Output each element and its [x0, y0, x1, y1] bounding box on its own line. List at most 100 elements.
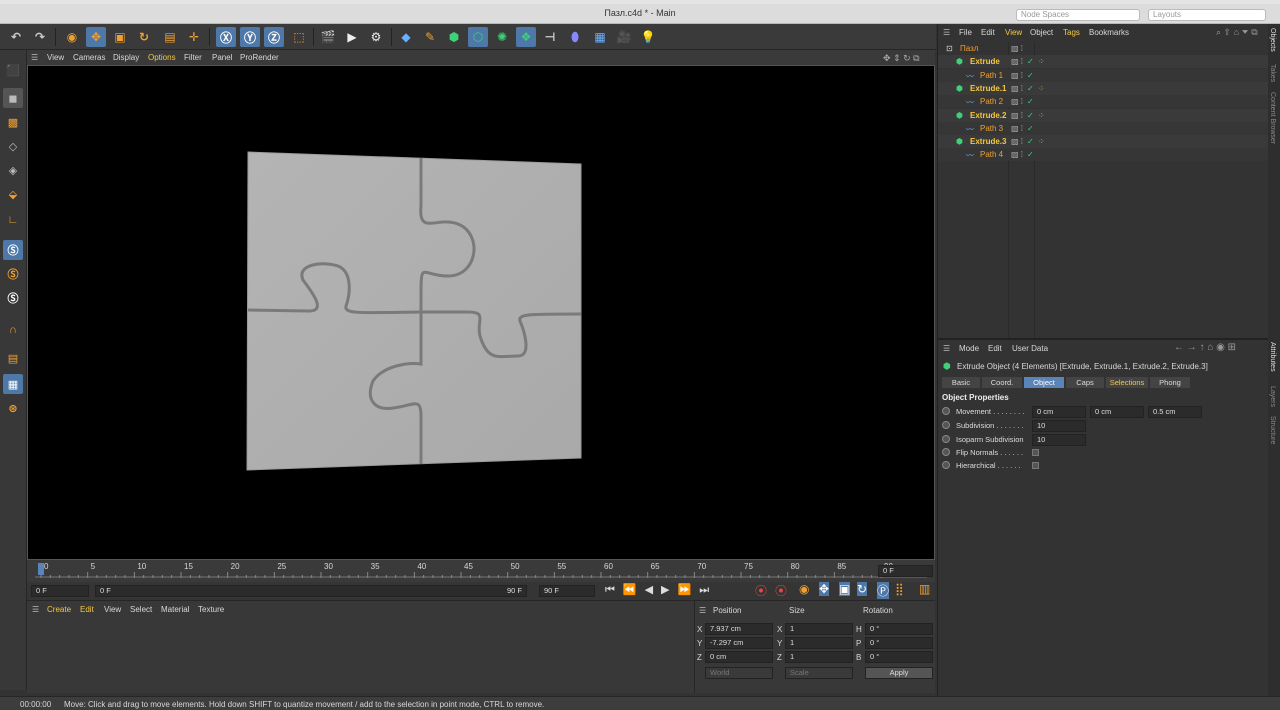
enabled-check-icon[interactable]: ✓ [1027, 111, 1034, 120]
viewport-menu-cameras[interactable]: Cameras [73, 53, 105, 62]
visibility-toggle-icon[interactable]: ▨ ⁞ [1011, 71, 1023, 80]
pos-y-field[interactable]: -7.297 cm [705, 637, 773, 649]
snap-icon[interactable]: Ⓢ [3, 240, 23, 260]
object-row[interactable]: ⬢ Extrude.1 ▨ ⁞ ✓ ⁘ [938, 81, 1268, 95]
material-menu-edit[interactable]: Edit [80, 605, 94, 614]
hierarchical-anim-icon[interactable] [942, 461, 950, 469]
world-dropdown[interactable]: World [705, 667, 773, 679]
tab-caps[interactable]: Caps [1066, 377, 1104, 388]
key-scale-icon[interactable]: ▣ [839, 582, 851, 596]
enabled-check-icon[interactable]: ✓ [1027, 137, 1034, 146]
side-tab-layers[interactable]: Layers [1269, 386, 1276, 407]
texture-mode-icon[interactable]: ▩ [3, 112, 23, 132]
timeline-window-icon[interactable]: ▥ [919, 582, 930, 596]
autokey-icon[interactable]: ⦿ [775, 582, 787, 599]
playhead[interactable] [38, 563, 44, 575]
side-tab-attributes[interactable]: Attributes [1269, 342, 1276, 372]
undo-icon[interactable]: ↶ [6, 27, 26, 47]
side-tab-structure[interactable]: Structure [1269, 416, 1276, 444]
subdivision-anim-icon[interactable] [942, 421, 950, 429]
viewport-nav-icons[interactable]: ✥ ⇕ ↻ ⧉ [883, 53, 920, 64]
start-frame-field[interactable]: 0 F [31, 585, 89, 597]
redo-icon[interactable]: ↷ [30, 27, 50, 47]
attributes-hamburger-icon[interactable]: ☰ [943, 344, 950, 353]
object-row[interactable]: ⬢ Extrude.3 ▨ ⁞ ✓ ⁘ [938, 135, 1268, 149]
rotate-tool-icon[interactable]: ↻ [134, 27, 154, 47]
object-row[interactable]: 〰 Path 3 ▨ ⁞ ✓ [938, 121, 1268, 135]
enabled-check-icon[interactable]: ✓ [1027, 71, 1034, 80]
rot-h-field[interactable]: 0 ° [865, 623, 933, 635]
render-view-icon[interactable]: 🎬 [318, 27, 338, 47]
movement-z-field[interactable]: 0.5 cm [1148, 406, 1202, 418]
recent-tools-icon[interactable]: ▤ [160, 27, 180, 47]
floor-icon[interactable]: ▦ [590, 27, 610, 47]
objects-menu-file[interactable]: File [959, 28, 972, 37]
phong-tag-icon[interactable]: ⁘ [1038, 137, 1045, 146]
enabled-check-icon[interactable]: ✓ [1027, 57, 1034, 66]
material-menu-select[interactable]: Select [130, 605, 152, 614]
visibility-toggle-icon[interactable]: ▨ ⁞ [1011, 150, 1023, 159]
subdivision-field[interactable]: 10 [1032, 420, 1086, 432]
pos-x-field[interactable]: 7.937 cm [705, 623, 773, 635]
range-slider[interactable]: 0 F 90 F [95, 585, 527, 597]
workplane-icon[interactable]: ▤ [3, 348, 23, 368]
viewport-hamburger-icon[interactable]: ☰ [31, 53, 38, 62]
mograph-icon[interactable]: ❖ [516, 27, 536, 47]
object-row[interactable]: ⊡ Пазл ▨ ⁞ [938, 42, 1268, 55]
z-axis-icon[interactable]: Ⓩ [264, 27, 284, 47]
make-editable-icon[interactable]: ⬛ [3, 60, 23, 80]
select-tool-icon[interactable]: ◉ [62, 27, 82, 47]
visibility-toggle-icon[interactable]: ▨ ⁞ [1011, 111, 1023, 120]
snap-settings-icon[interactable]: Ⓢ [3, 264, 23, 284]
tab-selections[interactable]: Selections [1106, 377, 1148, 388]
flip-normals-anim-icon[interactable] [942, 448, 950, 456]
attributes-menu-user-data[interactable]: User Data [1012, 344, 1048, 353]
viewport-menu-view[interactable]: View [47, 53, 64, 62]
field-icon[interactable]: ⬮ [565, 27, 585, 47]
rot-p-field[interactable]: 0 ° [865, 637, 933, 649]
visibility-toggle-icon[interactable]: ▨ ⁞ [1011, 137, 1023, 146]
side-tab-content-browser[interactable]: Content Browser [1269, 92, 1276, 144]
x-axis-icon[interactable]: Ⓧ [216, 27, 236, 47]
create-tool-icon[interactable]: ✛ [184, 27, 204, 47]
coordinate-system-icon[interactable]: ⬚ [289, 27, 309, 47]
tab-phong[interactable]: Phong [1150, 377, 1190, 388]
objects-menu-tags[interactable]: Tags [1063, 28, 1080, 37]
material-menu-texture[interactable]: Texture [198, 605, 224, 614]
objects-menu-bookmarks[interactable]: Bookmarks [1089, 28, 1129, 37]
end-frame-field[interactable]: 90 F [539, 585, 595, 597]
isoparm-field[interactable]: 10 [1032, 434, 1086, 446]
cube-icon[interactable]: ◆ [396, 27, 416, 47]
locked-workplane-icon[interactable]: ▦ [3, 374, 23, 394]
material-menu-view[interactable]: View [104, 605, 121, 614]
object-row[interactable]: 〰 Path 4 ▨ ⁞ ✓ [938, 148, 1268, 162]
attributes-menu-mode[interactable]: Mode [959, 344, 979, 353]
viewport-menu-panel[interactable]: Panel [212, 53, 232, 62]
rot-b-field[interactable]: 0 ° [865, 651, 933, 663]
subdivision-icon[interactable]: ⬢ [444, 27, 464, 47]
isoparm-anim-icon[interactable] [942, 435, 950, 443]
visibility-toggle-icon[interactable]: ▨ ⁞ [1011, 124, 1023, 133]
planar-workplane-icon[interactable]: ⊛ [3, 398, 23, 418]
visibility-toggle-icon[interactable]: ▨ ⁞ [1011, 57, 1023, 66]
objects-menu-view[interactable]: View [1005, 28, 1022, 37]
render-picture-viewer-icon[interactable]: ▶ [342, 27, 362, 47]
model-mode-icon[interactable]: ◼ [3, 88, 23, 108]
scale-tool-icon[interactable]: ▣ [110, 27, 130, 47]
attributes-nav-icons[interactable]: ← → ↑ ⌂ ◉ ⊞ [1174, 342, 1236, 353]
array-icon[interactable]: ✺ [492, 27, 512, 47]
material-menu-create[interactable]: Create [47, 605, 71, 614]
phong-tag-icon[interactable]: ⁘ [1038, 111, 1045, 120]
objects-toolbar-icons[interactable]: ⌕ ⇧ ⌂ ⏷ ⧉ [1216, 27, 1258, 38]
viewport-menu-display[interactable]: Display [113, 53, 139, 62]
visibility-toggle-icon[interactable]: ▨ ⁞ [1011, 84, 1023, 93]
layouts-dropdown[interactable]: Layouts [1148, 9, 1266, 21]
y-axis-icon[interactable]: Ⓨ [240, 27, 260, 47]
attributes-menu-edit[interactable]: Edit [988, 344, 1002, 353]
key-pla-icon[interactable]: ⣿ [895, 582, 904, 596]
light-icon[interactable]: 💡 [638, 27, 658, 47]
size-z-field[interactable]: 1 [785, 651, 853, 663]
deformer-icon[interactable]: ⊣ [540, 27, 560, 47]
points-mode-icon[interactable]: ◇ [3, 136, 23, 156]
object-row[interactable]: ⬢ Extrude.2 ▨ ⁞ ✓ ⁘ [938, 108, 1268, 122]
